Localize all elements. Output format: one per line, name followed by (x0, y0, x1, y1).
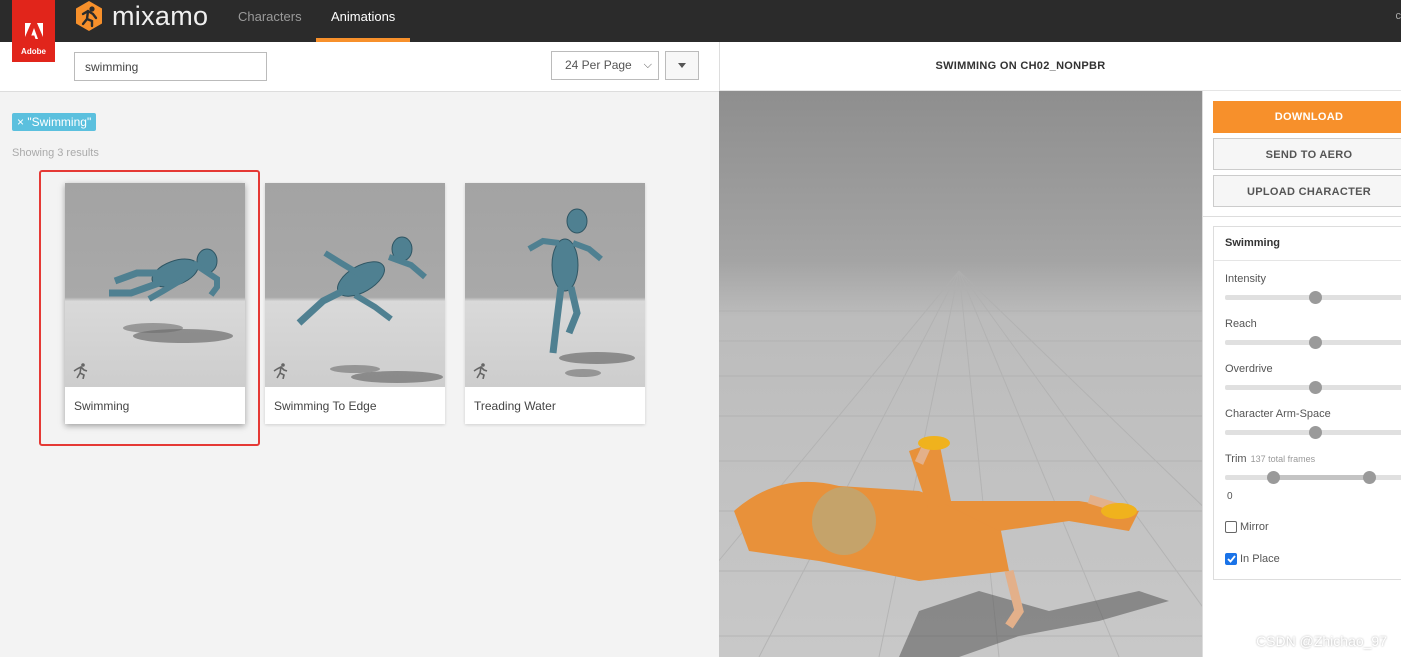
results-count: Showing 3 results (12, 147, 99, 159)
mixamo-logo-icon (76, 1, 102, 31)
options-dropdown-button[interactable] (665, 51, 699, 80)
in-place-label: In Place (1240, 553, 1280, 565)
in-place-checkbox[interactable]: In Place (1225, 553, 1280, 565)
running-figure-icon (271, 363, 289, 384)
swimming-to-edge-figure-image (296, 236, 443, 383)
animation-card[interactable]: Swimming To Edge (265, 183, 445, 424)
mirror-checkbox[interactable]: Mirror (1225, 521, 1269, 533)
arm-space-slider[interactable] (1225, 426, 1401, 439)
slider-knob[interactable] (1309, 426, 1322, 439)
tab-characters[interactable]: Characters (223, 0, 317, 42)
running-figure-icon (471, 363, 489, 384)
mixamo-brand[interactable]: mixamo (74, 1, 208, 31)
treading-water-figure-image (527, 208, 635, 377)
checkbox-box[interactable] (1225, 553, 1237, 565)
animation-card-label: Treading Water (474, 399, 556, 413)
slider-knob[interactable] (1309, 291, 1322, 304)
tab-animations[interactable]: Animations (316, 0, 411, 42)
3d-viewport[interactable] (719, 91, 1202, 657)
watermark: CSDN @Zhichao_97 (1256, 633, 1387, 649)
character-preview-image (719, 270, 1202, 657)
user-menu-partial[interactable]: c (1396, 10, 1401, 22)
panel-divider (1203, 216, 1401, 217)
checkmark-icon (1226, 555, 1236, 563)
reach-label: Reach (1225, 318, 1257, 330)
send-to-aero-button[interactable]: SEND TO AERO (1213, 138, 1401, 170)
mirror-label: Mirror (1240, 521, 1269, 533)
top-bar: Adobe mixamo Characters Animations c (0, 0, 1401, 62)
animation-browser: 24 Per Page ⌵ × "Swimming" Showing 3 res… (0, 42, 719, 657)
adobe-label: Adobe (21, 47, 46, 56)
trim-end-knob[interactable] (1363, 471, 1377, 484)
search-row: 24 Per Page ⌵ (0, 42, 719, 92)
trim-label-row: Trim 137 total frames (1225, 453, 1315, 465)
settings-card: Swimming Intensity Reach Overdrive Chara… (1213, 226, 1401, 580)
adobe-icon (24, 23, 43, 39)
checkbox-box[interactable] (1225, 521, 1237, 533)
trim-label: Trim (1225, 453, 1247, 465)
per-page-value: 24 Per Page (565, 58, 632, 72)
slider-knob[interactable] (1309, 381, 1322, 394)
per-page-select[interactable]: 24 Per Page ⌵ (551, 51, 659, 80)
upload-character-button[interactable]: UPLOAD CHARACTER (1213, 175, 1401, 207)
search-input[interactable] (74, 52, 267, 81)
intensity-label: Intensity (1225, 273, 1266, 285)
viewer-header: SWIMMING ON CH02_NONPBR (719, 42, 1401, 91)
intensity-slider[interactable] (1225, 291, 1401, 304)
settings-title: Swimming (1225, 237, 1281, 249)
adobe-logo[interactable]: Adobe (12, 0, 55, 62)
animation-thumbnail (265, 183, 445, 387)
animation-card-label: Swimming To Edge (274, 399, 377, 413)
trim-start-knob[interactable] (1267, 471, 1281, 484)
caret-down-icon (678, 63, 686, 68)
trim-range-slider[interactable] (1225, 471, 1401, 484)
chevron-down-icon: ⌵ (643, 59, 652, 71)
animation-thumbnail (465, 183, 645, 387)
selection-highlight-box (39, 170, 260, 446)
animation-settings-panel: DOWNLOAD SEND TO AERO UPLOAD CHARACTER S… (1202, 91, 1401, 657)
trim-frames-count: 137 total frames (1250, 454, 1316, 464)
viewer-title: SWIMMING ON CH02_NONPBR (935, 60, 1106, 72)
trim-value: 0 (1227, 491, 1233, 502)
slider-knob[interactable] (1309, 336, 1322, 349)
arm-space-label: Character Arm-Space (1225, 408, 1331, 420)
divider (1214, 260, 1401, 261)
filter-tag[interactable]: × "Swimming" (12, 113, 97, 131)
animation-card[interactable]: Treading Water (465, 183, 645, 424)
overdrive-slider[interactable] (1225, 381, 1401, 394)
brand-name: mixamo (112, 0, 209, 31)
trim-range-fill (1273, 475, 1370, 480)
overdrive-label: Overdrive (1225, 363, 1273, 375)
download-button[interactable]: DOWNLOAD (1213, 101, 1401, 133)
reach-slider[interactable] (1225, 336, 1401, 349)
